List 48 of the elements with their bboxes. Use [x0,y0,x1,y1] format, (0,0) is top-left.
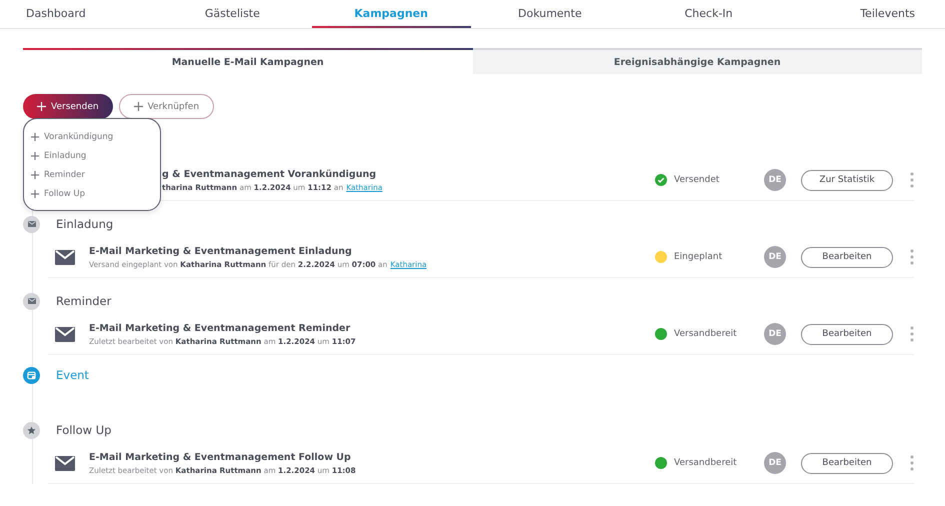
nav-tab[interactable]: Teilevents [788,0,937,28]
menu-item[interactable]: Follow Up [31,186,160,202]
plus-icon [37,102,46,111]
status-label: Versendet [674,175,720,185]
section-title: Event [56,368,89,382]
plus-icon [31,171,39,179]
section-title: Einladung [56,217,114,231]
link-button[interactable]: Verknüpfen [118,94,214,119]
campaign-title: E-Mail Marketing & Eventmanagement Follow Up [89,452,352,462]
section-title: Reminder [56,294,112,308]
more-icon[interactable] [910,326,914,342]
menu-item[interactable]: Vorankündigung [31,129,160,145]
event-icon [23,366,40,384]
more-icon[interactable] [910,172,914,188]
menu-item[interactable]: Reminder [31,167,160,183]
nav-tab[interactable]: Dokumente [470,0,630,28]
envelope-icon [55,326,75,342]
row-action-button[interactable]: Bearbeiten [801,246,893,268]
more-icon[interactable] [910,249,914,265]
row-action-button[interactable]: Zur Statistik [801,170,893,190]
language-badge: DE [764,169,786,191]
campaign-title: E-Mail Marketing & Eventmanagement Einladung [89,246,353,256]
nav-tab[interactable]: Dashboard [0,0,153,28]
campaign-title: E-Mail Marketing & Eventmanagement Reminder [89,322,352,334]
language-badge: DE [764,323,786,345]
language-badge: DE [764,246,786,268]
row-action-button[interactable]: Bearbeiten [801,324,893,344]
nav-tab[interactable]: Gästeliste [153,0,312,28]
campaign-tab[interactable]: Ereignisabhängige Kampagnen [472,48,922,74]
campaign-title: g & Eventmanagement Vorankündigung [162,168,378,180]
status-label: Versandbereit [674,458,737,468]
menu-item[interactable]: Einladung [31,148,160,164]
plus-icon [134,102,143,111]
row-action-button[interactable]: Bearbeiten [801,452,893,474]
envelope-icon [23,292,40,310]
more-icon[interactable] [910,455,914,471]
status-label: Eingeplant [674,252,722,262]
nav-tab[interactable]: Check-In [629,0,788,28]
section-title: Follow Up [56,423,112,437]
plus-icon [31,190,39,198]
envelope-icon [55,250,75,264]
send-button[interactable]: Versenden [23,94,113,119]
envelope-icon [55,456,75,470]
plus-icon [31,133,39,141]
envelope-icon [23,216,40,232]
status-label: Versandbereit [674,329,737,339]
language-badge: DE [764,452,786,474]
plus-icon [31,152,39,160]
